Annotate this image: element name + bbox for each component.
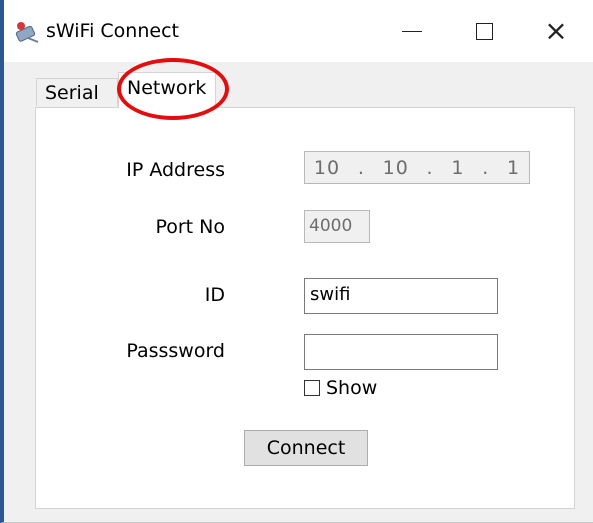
tab-serial[interactable]: Serial [36,78,118,106]
window-title: sWiFi Connect [46,20,179,42]
close-button[interactable]: × [516,0,593,62]
maximize-button[interactable] [444,0,524,62]
minimize-button[interactable] [372,0,452,62]
ip-address-label: IP Address [126,159,225,181]
password-input[interactable] [304,334,498,370]
ip-dot: . [357,156,365,179]
ip-dot: . [426,156,434,179]
port-label: Port No [155,216,225,238]
ip-octet-4: 1 [506,156,521,179]
checkbox-box[interactable] [304,380,320,396]
satellite-dish-icon [14,19,42,45]
maximize-icon [475,22,493,40]
ip-octet-3: 1 [451,156,465,179]
title-bar[interactable]: sWiFi Connect × [4,0,593,62]
password-label: Passsword [126,340,225,362]
close-icon: × [544,14,568,47]
show-label: Show [326,377,378,399]
connect-button[interactable]: Connect [244,430,368,466]
network-panel: IP Address 10 . 10 . 1 . 1 Port No 4000 … [35,107,575,509]
id-label: ID [204,284,225,306]
ip-address-field[interactable]: 10 . 10 . 1 . 1 [304,151,530,184]
tab-network[interactable]: Network [118,72,216,108]
app-window: sWiFi Connect × Serial Network IP Addres… [0,0,593,523]
ip-octet-1: 10 [313,156,341,179]
id-input[interactable]: swifi [304,278,498,314]
ip-octet-2: 10 [382,156,409,179]
show-password-checkbox[interactable]: Show [304,377,377,399]
ip-dot: . [482,156,490,179]
minimize-icon [402,30,422,32]
port-field: 4000 [304,210,370,243]
